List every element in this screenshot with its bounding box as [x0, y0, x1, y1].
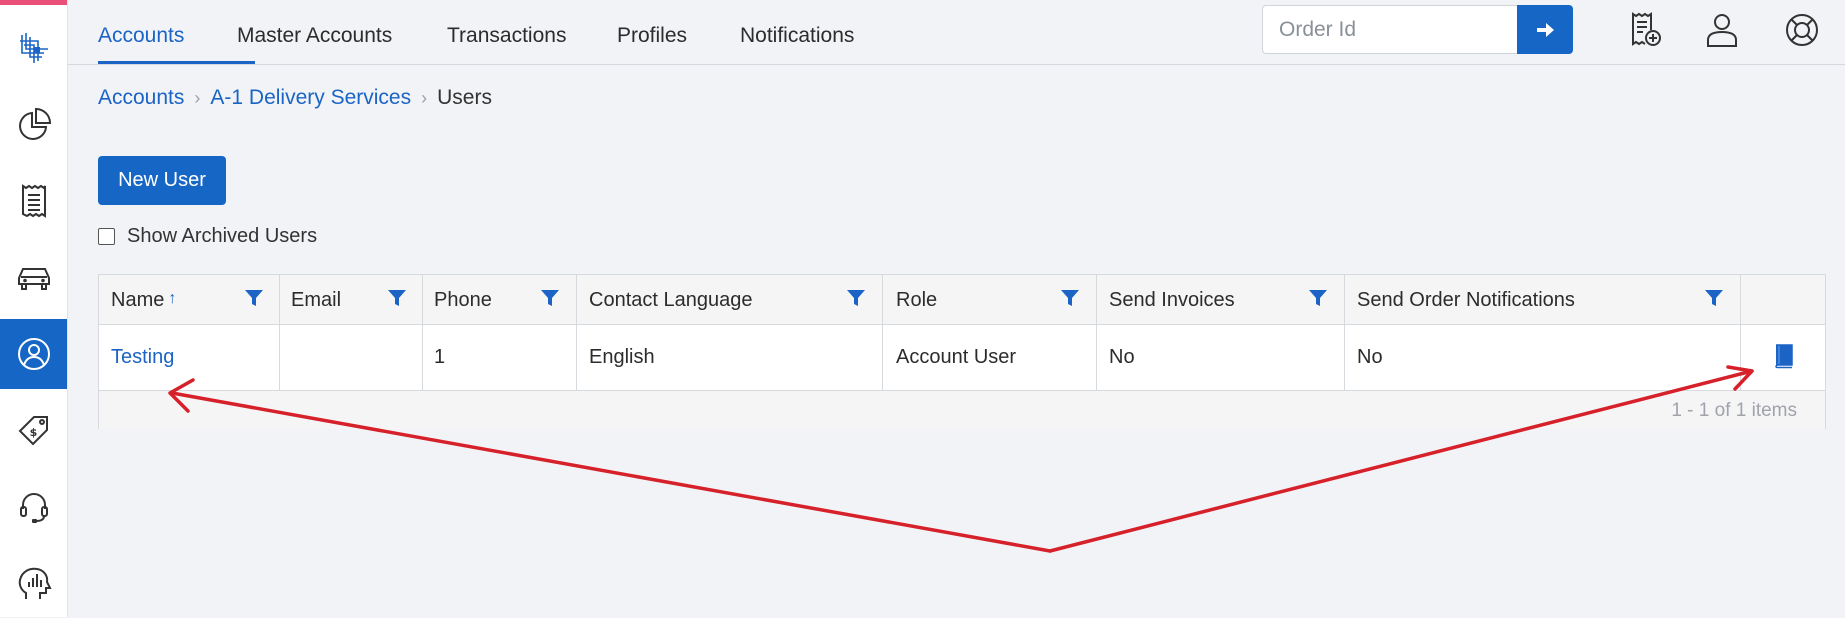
arrow-right-icon [1537, 22, 1554, 37]
column-divider [422, 275, 423, 390]
svg-text:$: $ [29, 426, 37, 439]
column-divider [882, 275, 883, 390]
show-archived-label[interactable]: Show Archived Users [127, 225, 317, 248]
sidebar-item-support[interactable] [0, 472, 67, 542]
grid-footer: 1 - 1 of 1 items [99, 390, 1825, 429]
breadcrumb-accounts[interactable]: Accounts [98, 86, 184, 109]
new-user-button[interactable]: New User [98, 156, 226, 205]
cell-send-invoices: No [1109, 346, 1135, 368]
tab-accounts[interactable]: Accounts [98, 24, 184, 48]
column-divider [1740, 275, 1741, 390]
column-header-email[interactable]: Email [291, 289, 341, 312]
column-divider [1096, 275, 1097, 390]
filter-icon[interactable] [387, 288, 407, 308]
sidebar-item-reports[interactable] [0, 90, 67, 160]
logo-icon [19, 33, 48, 63]
column-divider [279, 275, 280, 390]
car-icon [17, 268, 50, 290]
sidebar-item-home[interactable] [0, 12, 67, 82]
cell-contact-language: English [589, 346, 655, 368]
show-archived-checkbox[interactable] [98, 228, 115, 245]
add-receipt-icon[interactable] [1625, 10, 1665, 50]
sidebar-accent-bar [0, 0, 67, 5]
active-tab-indicator [98, 61, 255, 64]
column-divider [576, 275, 577, 390]
column-header-send-order-notifications[interactable]: Send Order Notifications [1357, 289, 1575, 312]
cell-role: Account User [896, 346, 1017, 368]
users-grid: 1 - 1 of 1 items Name ↑ Email Phone Conta… [98, 274, 1826, 429]
help-lifebuoy-icon[interactable] [1782, 10, 1822, 50]
pie-chart-icon [18, 107, 51, 140]
chevron-right-icon: › [194, 88, 201, 108]
column-header-label: Name [111, 289, 165, 311]
order-search-button[interactable] [1517, 5, 1573, 54]
breadcrumb-account-name[interactable]: A-1 Delivery Services [210, 86, 411, 109]
sidebar-item-pricing[interactable]: $ [0, 396, 67, 466]
cell-phone: 1 [434, 346, 446, 368]
column-header-contact-language[interactable]: Contact Language [589, 289, 752, 312]
sidebar-item-accounts[interactable] [0, 319, 67, 389]
user-icon[interactable] [1702, 10, 1742, 50]
column-header-name[interactable]: Name ↑ [111, 289, 176, 312]
tab-notifications[interactable]: Notifications [740, 24, 854, 48]
column-divider [1344, 275, 1345, 390]
tab-master-accounts[interactable]: Master Accounts [237, 24, 392, 48]
tab-profiles[interactable]: Profiles [617, 24, 687, 48]
user-circle-icon [17, 338, 50, 370]
cell-name-link[interactable]: Testing [111, 346, 174, 369]
sidebar-item-vehicles[interactable] [0, 242, 67, 312]
sort-ascending-icon: ↑ [168, 290, 177, 307]
breadcrumb: Accounts › A-1 Delivery Services › Users [98, 86, 492, 110]
filter-icon[interactable] [1060, 288, 1080, 308]
filter-icon[interactable] [540, 288, 560, 308]
sidebar: $ [0, 0, 68, 617]
headset-icon [19, 493, 48, 523]
receipt-icon [21, 184, 46, 218]
column-header-phone[interactable]: Phone [434, 289, 492, 312]
filter-icon[interactable] [1308, 288, 1328, 308]
breadcrumb-current: Users [437, 86, 492, 109]
show-archived-row: Show Archived Users [98, 225, 317, 248]
filter-icon[interactable] [244, 288, 264, 308]
column-header-send-invoices[interactable]: Send Invoices [1109, 289, 1235, 312]
cell-send-order-notifications: No [1357, 346, 1383, 368]
top-navigation: Accounts Master Accounts Transactions Pr… [67, 0, 1845, 65]
pager-info: 1 - 1 of 1 items [1671, 400, 1797, 421]
sidebar-item-insights[interactable] [0, 548, 67, 618]
order-id-input[interactable] [1262, 5, 1517, 54]
filter-icon[interactable] [846, 288, 866, 308]
tab-transactions[interactable]: Transactions [447, 24, 566, 48]
archive-book-icon[interactable] [1772, 343, 1794, 369]
analytics-head-icon [18, 567, 52, 599]
price-tag-icon: $ [18, 416, 48, 446]
chevron-right-icon: › [421, 88, 428, 108]
sidebar-item-invoices[interactable] [0, 166, 67, 236]
filter-icon[interactable] [1704, 288, 1724, 308]
column-header-role[interactable]: Role [896, 289, 937, 312]
